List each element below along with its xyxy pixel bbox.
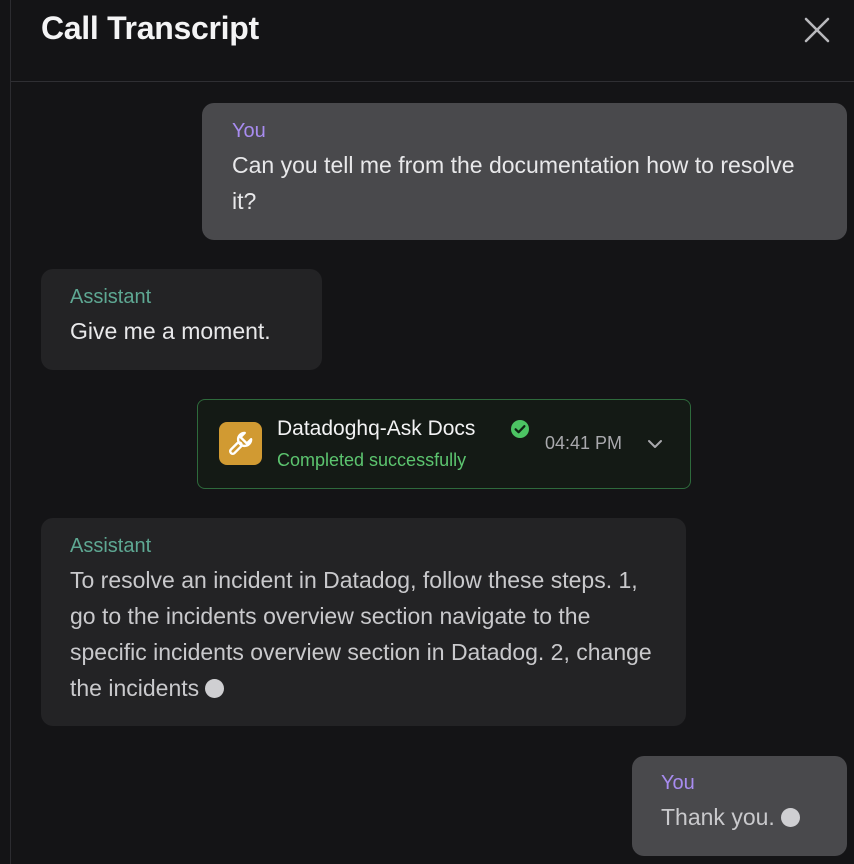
panel-header: Call Transcript [11, 0, 854, 82]
message-text-content: Thank you. [661, 804, 775, 830]
tool-icon [219, 422, 262, 465]
message-text: Give me a moment. [70, 318, 271, 344]
tool-name: Datadoghq-Ask Docs [277, 417, 476, 440]
tool-time: 04:41 PM [545, 433, 623, 453]
typing-indicator [205, 679, 225, 698]
message-text: To resolve an incident in Datadog, follo… [70, 562, 657, 706]
speaker-label: You [661, 772, 695, 794]
message-assistant: Assistant Give me a moment. [41, 269, 322, 370]
tool-status: Completed successfully [277, 450, 467, 470]
transcript-panel: Call Transcript You Can you tell me from… [10, 0, 854, 864]
typing-indicator [780, 808, 800, 827]
message-text: Can you tell me from the documentation h… [232, 152, 795, 214]
speaker-label: You [232, 120, 266, 142]
speaker-label: Assistant [70, 535, 152, 557]
check-circle-icon [511, 420, 529, 438]
chevron-down-icon[interactable] [646, 435, 664, 453]
close-icon [804, 17, 830, 43]
tool-call-card[interactable]: Datadoghq-Ask Docs Completed successfull… [197, 399, 691, 489]
speaker-label: Assistant [70, 286, 152, 308]
message-user: You Thank you. [632, 756, 847, 856]
message-user: You Can you tell me from the documentati… [202, 103, 847, 240]
close-button[interactable] [799, 12, 835, 48]
message-text-content: To resolve an incident in Datadog, follo… [70, 567, 652, 701]
message-assistant: Assistant To resolve an incident in Data… [41, 518, 686, 726]
message-text: Thank you. [661, 799, 818, 835]
page-title: Call Transcript [41, 10, 259, 46]
wrench-icon [229, 431, 253, 455]
